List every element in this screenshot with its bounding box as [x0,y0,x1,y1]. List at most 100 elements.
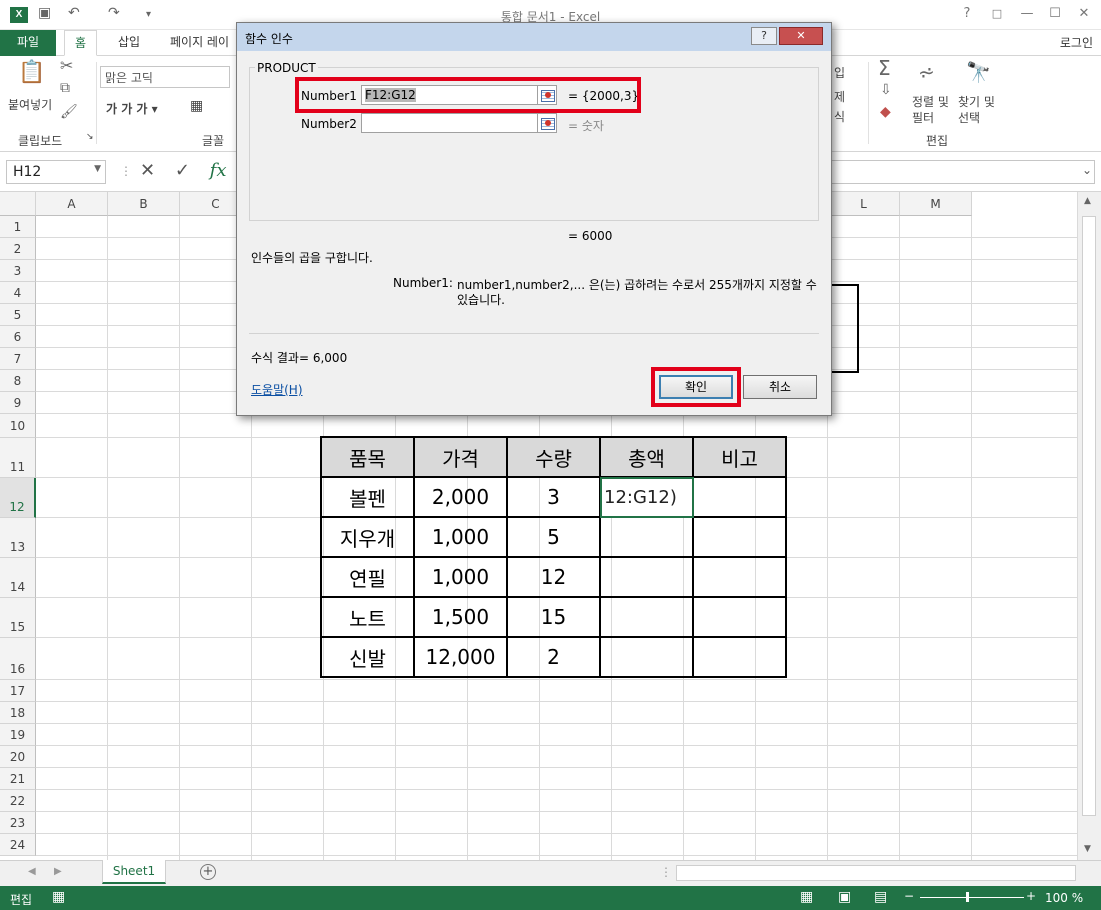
dialog-title-bar[interactable]: 함수 인수 ? ✕ [237,23,831,51]
autosum-icon[interactable]: Σ [878,56,891,80]
row-header[interactable]: 3 [0,260,36,282]
tab-page-layout[interactable]: 페이지 레이 [160,30,239,56]
table-header-cell[interactable]: 품목 [322,438,415,478]
row-header[interactable]: 4 [0,282,36,304]
copy-icon[interactable]: ⧉ [60,80,70,96]
add-sheet-icon[interactable]: + [200,864,216,880]
table-cell[interactable]: 1,500 [415,598,508,638]
row-header[interactable]: 1 [0,216,36,238]
table-cell[interactable] [694,478,787,518]
row-header[interactable]: 23 [0,812,36,834]
table-cell[interactable]: 2,000 [415,478,508,518]
format-painter-icon[interactable]: 🖌 [60,104,78,120]
next-sheet-icon[interactable]: ▶ [54,866,62,877]
ribbon-display-button[interactable]: □ [985,4,1009,24]
dialog-close-button[interactable]: ✕ [779,27,823,45]
splitter-icon[interactable]: ⋮ [120,164,132,178]
page-layout-view-icon[interactable]: ▣ [838,889,851,905]
row-header[interactable]: 8 [0,370,36,392]
table-cell[interactable] [601,518,694,558]
expand-formula-bar-icon[interactable]: ⌄ [1082,163,1092,177]
row-header[interactable]: 5 [0,304,36,326]
row-header[interactable]: 15 [0,598,36,638]
cut-icon[interactable]: ✂ [60,56,73,75]
table-cell[interactable] [694,558,787,598]
table-header-cell[interactable]: 수량 [508,438,601,478]
macro-record-icon[interactable]: ▦ [52,889,65,905]
cancel-button[interactable]: 취소 [743,375,817,399]
row-header[interactable]: 6 [0,326,36,348]
delete-cells-label[interactable]: 제 [834,88,845,105]
table-cell[interactable]: 지우개 [322,518,415,558]
row-header[interactable]: 10 [0,414,36,438]
minimize-button[interactable]: — [1015,4,1039,24]
scroll-up-icon[interactable]: ▲ [1084,196,1091,206]
table-cell[interactable]: 1,000 [415,558,508,598]
number2-input[interactable] [361,113,539,133]
insert-function-icon[interactable]: fx [210,160,227,181]
prev-sheet-icon[interactable]: ◀ [28,866,36,877]
close-button[interactable]: ✕ [1072,4,1096,24]
table-cell[interactable]: 12 [508,558,601,598]
paste-label[interactable]: 붙여넣기 [8,96,52,113]
help-button[interactable]: ? [955,4,979,24]
tab-file[interactable]: 파일 [0,30,56,56]
find-select-button[interactable]: 찾기 및 선택 [958,94,995,126]
table-cell[interactable]: 노트 [322,598,415,638]
row-header[interactable]: 17 [0,680,36,702]
border-icon[interactable]: ▦ [190,98,203,114]
row-header[interactable]: 14 [0,558,36,598]
sort-filter-button[interactable]: 정렬 및 필터 [912,94,949,126]
font-style-buttons[interactable]: 가 가 가 ▾ [106,100,158,117]
cancel-entry-icon[interactable]: ✕ [140,160,155,181]
active-cell-editor[interactable]: 12:G12) [600,477,694,518]
name-box[interactable]: H12 ▼ [6,160,106,184]
tab-insert[interactable]: 삽입 [108,30,150,56]
column-header[interactable]: A [36,192,108,216]
column-header[interactable]: M [900,192,972,216]
row-header[interactable]: 13 [0,518,36,558]
font-name-box[interactable]: 맑은 고딕 [100,66,230,88]
sort-filter-icon[interactable]: ⩫ [918,60,935,84]
scroll-down-icon[interactable]: ▼ [1084,844,1091,854]
splitter-icon[interactable]: ⋮ [660,865,672,879]
row-header[interactable]: 21 [0,768,36,790]
sheet-tab-sheet1[interactable]: Sheet1 [102,860,166,884]
row-header[interactable]: 2 [0,238,36,260]
login-link[interactable]: 로그인 [1060,34,1093,51]
table-cell[interactable] [601,638,694,678]
table-cell[interactable]: 15 [508,598,601,638]
zoom-slider-thumb[interactable] [966,892,969,902]
table-cell[interactable]: 볼펜 [322,478,415,518]
table-cell[interactable] [601,598,694,638]
table-cell[interactable] [601,558,694,598]
table-header-cell[interactable]: 총액 [601,438,694,478]
table-header-cell[interactable]: 가격 [415,438,508,478]
row-header[interactable]: 18 [0,702,36,724]
row-header[interactable]: 22 [0,790,36,812]
page-break-view-icon[interactable]: ▤ [874,889,887,905]
column-header[interactable]: L [828,192,900,216]
find-select-icon[interactable]: 🔭 [966,60,991,84]
zoom-in-icon[interactable]: + [1026,889,1036,903]
table-cell[interactable]: 12,000 [415,638,508,678]
zoom-level[interactable]: 100 % [1045,891,1083,905]
row-header[interactable]: 16 [0,638,36,680]
table-cell[interactable]: 신발 [322,638,415,678]
table-cell[interactable] [694,638,787,678]
table-header-cell[interactable]: 비고 [694,438,787,478]
maximize-button[interactable]: ☐ [1043,4,1067,24]
table-cell[interactable] [694,518,787,558]
row-header[interactable]: 24 [0,834,36,856]
collapse-dialog-icon[interactable] [537,113,557,133]
scroll-thumb[interactable] [1082,216,1096,816]
table-cell[interactable]: 연필 [322,558,415,598]
select-all-corner[interactable] [0,192,36,216]
dialog-help-button[interactable]: ? [751,27,777,45]
table-cell[interactable]: 5 [508,518,601,558]
paste-icon[interactable]: 📋 [18,60,45,85]
help-link[interactable]: 도움말(H) [251,381,303,398]
normal-view-icon[interactable]: ▦ [800,889,813,905]
table-cell[interactable]: 3 [508,478,601,518]
row-header[interactable]: 7 [0,348,36,370]
